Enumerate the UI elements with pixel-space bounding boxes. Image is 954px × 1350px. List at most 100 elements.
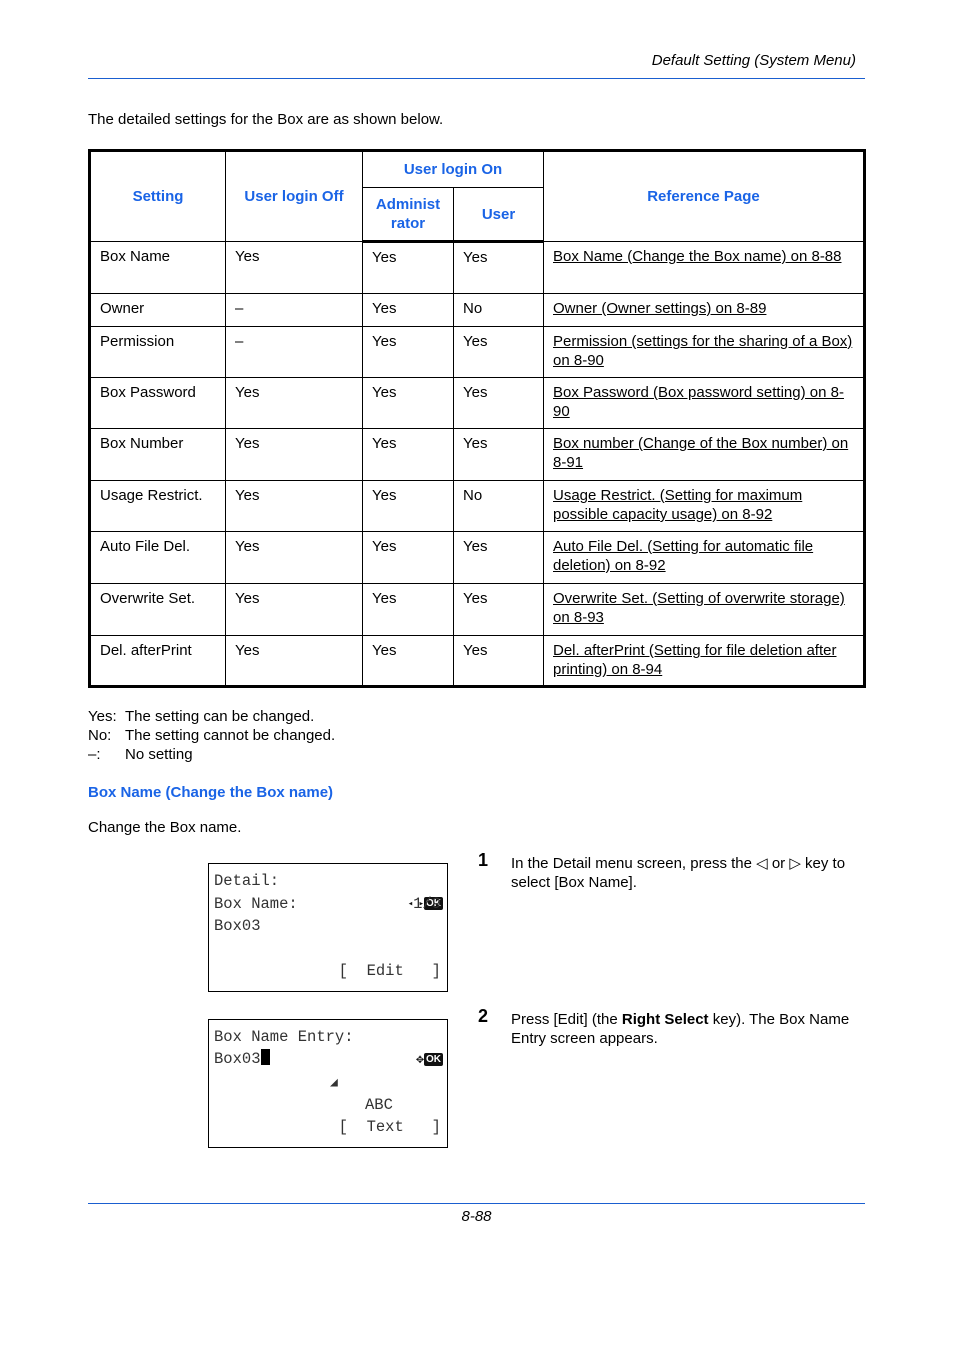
administrator-cell: Yes — [362, 583, 454, 636]
legend-none: –: No setting — [88, 746, 193, 763]
step-number: 2 — [478, 1006, 489, 1026]
reference-cell: Box Password (Box password setting) on 8… — [543, 377, 865, 429]
legend: Yes: The setting can be changed. No: The s… — [88, 707, 335, 764]
cursor-pointer-icon: ◢ — [330, 1075, 338, 1090]
step-text: In the Detail menu screen, press the ◁ o… — [511, 855, 846, 891]
user-cell: Yes — [453, 635, 544, 687]
lcd-detail-screen: Detail: ◂ ▸ OK Box Name: 1/9 Box03 [ Edit… — [208, 863, 448, 992]
header-reference-page: Reference Page — [543, 150, 865, 242]
user-cell: Yes — [453, 428, 544, 481]
user-cell: Yes — [453, 241, 544, 294]
header-setting: Setting — [89, 150, 226, 242]
ok-icon: OK — [424, 1053, 443, 1067]
table-row: Auto File Del. Yes Yes Yes Auto File Del. (S… — [89, 531, 865, 584]
user-login-off-cell: Yes — [225, 635, 363, 687]
administrator-cell: Yes — [362, 531, 454, 584]
setting-cell: Box Name — [89, 241, 226, 294]
user-login-off-cell: Yes — [225, 241, 363, 294]
reference-cell: Owner (Owner settings) on 8-89 — [543, 293, 865, 327]
user-cell: Yes — [453, 377, 544, 429]
header-user: User — [453, 187, 544, 243]
administrator-cell: Yes — [362, 480, 454, 532]
reference-link[interactable]: Box Name (Change the Box name) on 8-88 — [553, 247, 854, 266]
lcd-page: 1/9 — [413, 895, 441, 913]
user-cell: No — [453, 480, 544, 532]
reference-link[interactable]: Permission (settings for the sharing of … — [553, 332, 854, 370]
user-login-off-cell: – — [225, 326, 363, 378]
reference-cell: Del. afterPrint (Setting for file deleti… — [543, 635, 865, 687]
text-cursor — [260, 1049, 270, 1065]
setting-cell: Box Number — [89, 428, 226, 481]
user-cell: Yes — [453, 326, 544, 378]
reference-link[interactable]: Owner (Owner settings) on 8-89 — [553, 299, 854, 318]
reference-cell: Permission (settings for the sharing of … — [543, 326, 865, 378]
step-1: 1 In the Detail menu screen, press the ◁… — [478, 850, 868, 892]
administrator-cell: Yes — [362, 428, 454, 481]
legend-yes: Yes: The setting can be changed. — [88, 708, 315, 725]
setting-cell: Usage Restrict. — [89, 480, 226, 532]
lcd-edit-softkey[interactable]: [ Edit ] — [339, 960, 441, 983]
table-row: Del. afterPrint Yes Yes Yes Del. afterPrint … — [89, 635, 865, 687]
user-login-off-cell: Yes — [225, 531, 363, 584]
reference-cell: Box number (Change of the Box number) on… — [543, 428, 865, 481]
user-login-off-cell: – — [225, 293, 363, 327]
lcd-text-softkey[interactable]: [ Text ] — [339, 1116, 441, 1139]
lcd-input-mode: ABC — [365, 1096, 393, 1114]
reference-link[interactable]: Auto File Del. (Setting for automatic fi… — [553, 537, 854, 575]
reference-cell: Usage Restrict. (Setting for maximum pos… — [543, 480, 865, 532]
table-row: Permission – Yes Yes Permission (settings fo… — [89, 326, 865, 378]
header-administrator: Administ rator — [362, 187, 454, 243]
table-row: Overwrite Set. Yes Yes Yes Overwrite Set. (S… — [89, 583, 865, 636]
step-text: Press [Edit] (the Right Select key). The… — [511, 1011, 850, 1047]
user-login-off-cell: Yes — [225, 583, 363, 636]
intro-text: The detailed settings for the Box are as… — [88, 111, 444, 128]
setting-cell: Box Password — [89, 377, 226, 429]
reference-cell: Auto File Del. (Setting for automatic fi… — [543, 531, 865, 584]
reference-link[interactable]: Overwrite Set. (Setting of overwrite sto… — [553, 589, 854, 627]
lcd-title: Box Name Entry: — [214, 1028, 354, 1046]
page-number: 8-88 — [461, 1208, 492, 1225]
table-row: Box Number Yes Yes Yes Box number (Change of… — [89, 428, 865, 481]
setting-cell: Overwrite Set. — [89, 583, 226, 636]
lcd-title: Detail: — [214, 872, 280, 890]
user-login-off-cell: Yes — [225, 480, 363, 532]
section-title: Box Name (Change the Box name) — [88, 784, 334, 801]
table-row: Owner – Yes No Owner (Owner settings) on 8-8… — [89, 293, 865, 327]
reference-link[interactable]: Usage Restrict. (Setting for maximum pos… — [553, 486, 854, 524]
header-user-login-on: User login On — [362, 150, 544, 188]
lcd-label: Box Name: — [214, 895, 298, 913]
reference-cell: Overwrite Set. (Setting of overwrite sto… — [543, 583, 865, 636]
table-row: Box Name Yes Yes Yes Box Name (Change the Bo… — [89, 241, 865, 294]
reference-cell: Box Name (Change the Box name) on 8-88 — [543, 241, 865, 294]
step-number: 1 — [478, 850, 489, 870]
setting-cell: Owner — [89, 293, 226, 327]
user-cell: Yes — [453, 583, 544, 636]
step-2: 2 Press [Edit] (the Right Select key). T… — [478, 1006, 868, 1048]
user-login-off-cell: Yes — [225, 377, 363, 429]
lcd-entry-screen: Box Name Entry: ✥ OK Box03 ◢ ABC [ Text ] — [208, 1019, 448, 1148]
setting-cell: Del. afterPrint — [89, 635, 226, 687]
running-header: Default Setting (System Menu) — [651, 52, 856, 69]
user-cell: Yes — [453, 531, 544, 584]
administrator-cell: Yes — [362, 635, 454, 687]
section-description: Change the Box name. — [88, 819, 242, 836]
reference-link[interactable]: Del. afterPrint (Setting for file deleti… — [553, 641, 854, 679]
lcd-nav-indicator: ✥ OK — [379, 1026, 443, 1094]
reference-link[interactable]: Box Password (Box password setting) on 8… — [553, 383, 854, 421]
administrator-cell: Yes — [362, 241, 454, 294]
footer-rule — [88, 1203, 865, 1204]
header-rule — [88, 78, 865, 79]
four-way-arrows-icon: ✥ — [416, 1051, 424, 1067]
setting-cell: Auto File Del. — [89, 531, 226, 584]
lcd-entry-value[interactable]: Box03 — [214, 1048, 270, 1071]
reference-link[interactable]: Box number (Change of the Box number) on… — [553, 434, 854, 472]
user-cell: No — [453, 293, 544, 327]
setting-cell: Permission — [89, 326, 226, 378]
administrator-cell: Yes — [362, 377, 454, 429]
administrator-cell: Yes — [362, 293, 454, 327]
box-settings-table: Setting User login Off User login On Ref… — [88, 149, 866, 688]
administrator-cell: Yes — [362, 326, 454, 378]
table-row: Box Password Yes Yes Yes Box Password (Box p… — [89, 377, 865, 429]
legend-no: No: The setting cannot be changed. — [88, 727, 336, 744]
user-login-off-cell: Yes — [225, 428, 363, 481]
